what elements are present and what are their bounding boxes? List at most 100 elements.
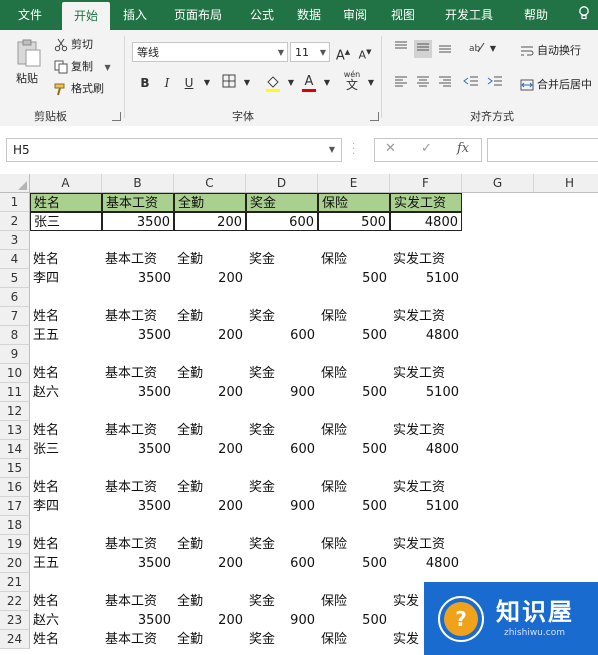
data-cell[interactable]: 500 xyxy=(318,611,390,630)
insert-function-icon[interactable]: fx xyxy=(457,141,469,156)
data-cell[interactable]: 600 xyxy=(246,554,318,573)
row-header-4[interactable]: 4 xyxy=(0,250,30,269)
row-header-23[interactable]: 23 xyxy=(0,611,30,630)
data-cell[interactable]: 500 xyxy=(318,440,390,459)
tab-1[interactable]: 开始 xyxy=(62,2,110,30)
underline-dropdown-icon[interactable]: ▼ xyxy=(198,74,216,92)
header-cell[interactable]: 保险 xyxy=(318,250,390,269)
header-cell[interactable]: 姓名 xyxy=(30,421,102,440)
borders-button[interactable] xyxy=(220,74,238,92)
header-cell[interactable]: 姓名 xyxy=(30,364,102,383)
header-cell[interactable]: 保险 xyxy=(318,535,390,554)
header-cell[interactable]: 基本工资 xyxy=(102,250,174,269)
column-header-c[interactable]: C xyxy=(174,174,246,193)
header-cell[interactable]: 基本工资 xyxy=(102,592,174,611)
row-header-20[interactable]: 20 xyxy=(0,554,30,573)
data-cell[interactable]: 3500 xyxy=(102,497,174,516)
data-cell[interactable]: 200 xyxy=(174,269,246,288)
data-cell[interactable]: 900 xyxy=(246,383,318,402)
header-cell[interactable]: 实发工资 xyxy=(390,478,462,497)
data-cell[interactable]: 3500 xyxy=(102,212,174,231)
data-cell[interactable]: 5100 xyxy=(390,383,462,402)
grow-font-button[interactable]: A▲ xyxy=(334,43,352,63)
column-header-b[interactable]: B xyxy=(102,174,174,193)
row-header-2[interactable]: 2 xyxy=(0,212,30,231)
format-painter-button[interactable]: 格式刷 xyxy=(54,80,104,98)
data-cell[interactable]: 500 xyxy=(318,497,390,516)
row-header-14[interactable]: 14 xyxy=(0,440,30,459)
wrap-text-button[interactable]: 自动换行 xyxy=(520,42,581,60)
column-header-d[interactable]: D xyxy=(246,174,318,193)
header-cell[interactable]: 姓名 xyxy=(30,307,102,326)
data-cell[interactable]: 4800 xyxy=(390,212,462,231)
data-cell[interactable]: 3500 xyxy=(102,326,174,345)
header-cell[interactable]: 全勤 xyxy=(174,193,246,212)
header-cell[interactable]: 奖金 xyxy=(246,478,318,497)
fill-color-button[interactable] xyxy=(264,74,282,92)
header-cell[interactable]: 姓名 xyxy=(30,592,102,611)
italic-button[interactable]: I xyxy=(158,74,176,92)
header-cell[interactable]: 全勤 xyxy=(174,307,246,326)
header-cell[interactable]: 姓名 xyxy=(30,250,102,269)
column-header-f[interactable]: F xyxy=(390,174,462,193)
header-cell[interactable]: 奖金 xyxy=(246,535,318,554)
header-cell[interactable]: 保险 xyxy=(318,421,390,440)
data-cell[interactable]: 5100 xyxy=(390,497,462,516)
row-header-12[interactable]: 12 xyxy=(0,402,30,421)
row-header-9[interactable]: 9 xyxy=(0,345,30,364)
header-cell[interactable]: 基本工资 xyxy=(102,307,174,326)
row-header-10[interactable]: 10 xyxy=(0,364,30,383)
header-cell[interactable]: 奖金 xyxy=(246,364,318,383)
cancel-icon[interactable]: ✕ xyxy=(385,141,396,156)
header-cell[interactable]: 全勤 xyxy=(174,592,246,611)
row-header-17[interactable]: 17 xyxy=(0,497,30,516)
phonetic-button[interactable]: wén 文 xyxy=(340,70,364,91)
header-cell[interactable]: 姓名 xyxy=(30,478,102,497)
header-cell[interactable]: 实发工资 xyxy=(390,307,462,326)
header-cell[interactable]: 保险 xyxy=(318,478,390,497)
header-cell[interactable]: 基本工资 xyxy=(102,535,174,554)
header-cell[interactable]: 保险 xyxy=(318,193,390,212)
header-cell[interactable]: 保险 xyxy=(318,592,390,611)
tab-4[interactable]: 公式 xyxy=(240,0,284,30)
data-cell[interactable]: 4800 xyxy=(390,554,462,573)
copy-dropdown-icon[interactable]: ▼ xyxy=(105,63,111,72)
font-dialog-launcher-icon[interactable] xyxy=(370,112,379,121)
select-all-corner[interactable] xyxy=(0,174,30,193)
row-header-13[interactable]: 13 xyxy=(0,421,30,440)
column-header-h[interactable]: H xyxy=(534,174,598,193)
formula-input[interactable] xyxy=(487,138,598,162)
align-bottom-button[interactable] xyxy=(436,40,454,58)
row-header-1[interactable]: 1 xyxy=(0,193,30,212)
data-cell[interactable]: 赵六 xyxy=(30,611,102,630)
header-cell[interactable]: 基本工资 xyxy=(102,630,174,649)
data-cell[interactable]: 王五 xyxy=(30,326,102,345)
data-cell[interactable]: 3500 xyxy=(102,269,174,288)
font-color-button[interactable]: A xyxy=(300,72,318,92)
header-cell[interactable]: 基本工资 xyxy=(102,421,174,440)
row-header-11[interactable]: 11 xyxy=(0,383,30,402)
data-cell[interactable]: 4800 xyxy=(390,440,462,459)
header-cell[interactable]: 实发工资 xyxy=(390,535,462,554)
header-cell[interactable]: 全勤 xyxy=(174,535,246,554)
header-cell[interactable]: 姓名 xyxy=(30,193,102,212)
data-cell[interactable]: 200 xyxy=(174,383,246,402)
name-box[interactable]: H5 ▼ xyxy=(6,138,342,162)
data-cell[interactable]: 3500 xyxy=(102,383,174,402)
tab-8[interactable]: 开发工具 xyxy=(430,0,508,30)
data-cell[interactable]: 900 xyxy=(246,611,318,630)
header-cell[interactable]: 保险 xyxy=(318,307,390,326)
header-cell[interactable]: 全勤 xyxy=(174,250,246,269)
fill-color-dropdown-icon[interactable]: ▼ xyxy=(282,74,300,92)
orientation-dropdown-icon[interactable]: ▼ xyxy=(484,40,502,58)
data-cell[interactable]: 600 xyxy=(246,212,318,231)
data-cell[interactable]: 王五 xyxy=(30,554,102,573)
header-cell[interactable]: 全勤 xyxy=(174,421,246,440)
header-cell[interactable]: 全勤 xyxy=(174,364,246,383)
data-cell[interactable]: 200 xyxy=(174,497,246,516)
row-header-3[interactable]: 3 xyxy=(0,231,30,250)
paste-button[interactable]: 粘贴 xyxy=(16,70,38,88)
enter-check-icon[interactable]: ✓ xyxy=(421,141,432,156)
header-cell[interactable]: 全勤 xyxy=(174,478,246,497)
data-cell[interactable]: 赵六 xyxy=(30,383,102,402)
